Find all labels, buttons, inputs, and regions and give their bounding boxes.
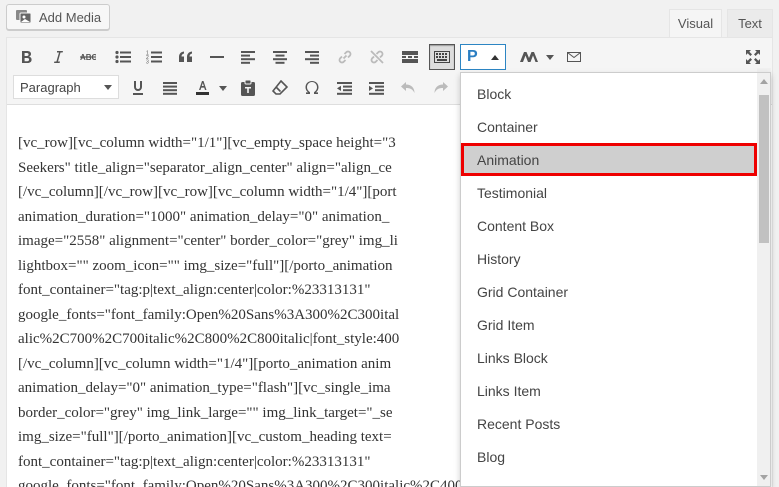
justify-icon[interactable] [157, 75, 183, 101]
align-center-icon[interactable] [267, 44, 293, 70]
horizontal-line-icon[interactable] [204, 44, 230, 70]
blockquote-icon[interactable] [173, 44, 199, 70]
dropdown-item-testimonial[interactable]: Testimonial [461, 176, 757, 209]
p-button-label: P [467, 48, 478, 65]
dropdown-item-content-box[interactable]: Content Box [461, 209, 757, 242]
dropdown-item-recent-posts[interactable]: Recent Posts [461, 407, 757, 440]
visual-composer-icon[interactable] [515, 44, 545, 70]
format-select[interactable]: Paragraph [13, 75, 119, 99]
read-more-icon[interactable] [397, 44, 423, 70]
chevron-down-icon[interactable] [219, 86, 227, 91]
tab-visual[interactable]: Visual [669, 9, 722, 38]
dropdown-item-animation[interactable]: Animation [461, 143, 757, 176]
dropdown-scrollbar[interactable] [757, 73, 770, 486]
dropdown-item-block[interactable]: Block [461, 77, 757, 110]
toolbar-toggle-icon[interactable] [429, 44, 455, 70]
chevron-down-icon [104, 85, 112, 90]
align-left-icon[interactable] [235, 44, 261, 70]
shortcode-dropdown-button[interactable]: P [460, 44, 506, 70]
paste-text-icon[interactable] [235, 75, 261, 101]
caret-up-icon [491, 55, 499, 60]
unlink-icon[interactable] [364, 44, 390, 70]
dropdown-item-container[interactable]: Container [461, 110, 757, 143]
dropdown-item-blog[interactable]: Blog [461, 440, 757, 473]
media-icon [15, 9, 33, 25]
dropdown-item-links-block[interactable]: Links Block [461, 341, 757, 374]
scroll-down-icon[interactable] [760, 475, 768, 480]
indent-icon[interactable] [363, 75, 389, 101]
bullet-list-icon[interactable] [110, 44, 136, 70]
shortcode-dropdown-menu: Block Container Animation Testimonial Conten… [460, 72, 771, 487]
add-media-label: Add Media [39, 9, 102, 25]
format-select-value: Paragraph [20, 79, 81, 95]
omega-icon[interactable] [299, 75, 325, 101]
bold-icon[interactable] [14, 44, 40, 70]
text-color-icon[interactable] [189, 75, 215, 101]
italic-icon[interactable] [45, 44, 71, 70]
underline-icon[interactable] [125, 75, 151, 101]
tab-text[interactable]: Text [727, 9, 773, 38]
svg-text:3: 3 [146, 60, 149, 65]
redo-icon[interactable] [427, 75, 453, 101]
chevron-down-icon[interactable] [546, 55, 554, 60]
email-icon[interactable] [561, 44, 587, 70]
link-icon[interactable] [332, 44, 358, 70]
dropdown-item-grid-item[interactable]: Grid Item [461, 308, 757, 341]
strikethrough-icon[interactable]: ABC [75, 44, 101, 70]
dropdown-scrollbar-thumb[interactable] [759, 95, 769, 243]
scroll-up-icon[interactable] [760, 79, 768, 84]
dropdown-item-links-item[interactable]: Links Item [461, 374, 757, 407]
align-right-icon[interactable] [299, 44, 325, 70]
numbered-list-icon[interactable]: 123 [141, 44, 167, 70]
dropdown-item-history[interactable]: History [461, 242, 757, 275]
add-media-button[interactable]: Add Media [6, 4, 110, 30]
undo-icon[interactable] [395, 75, 421, 101]
outdent-icon[interactable] [331, 75, 357, 101]
clear-formatting-icon[interactable] [267, 75, 293, 101]
dropdown-item-grid-container[interactable]: Grid Container [461, 275, 757, 308]
fullscreen-icon[interactable] [740, 44, 766, 70]
